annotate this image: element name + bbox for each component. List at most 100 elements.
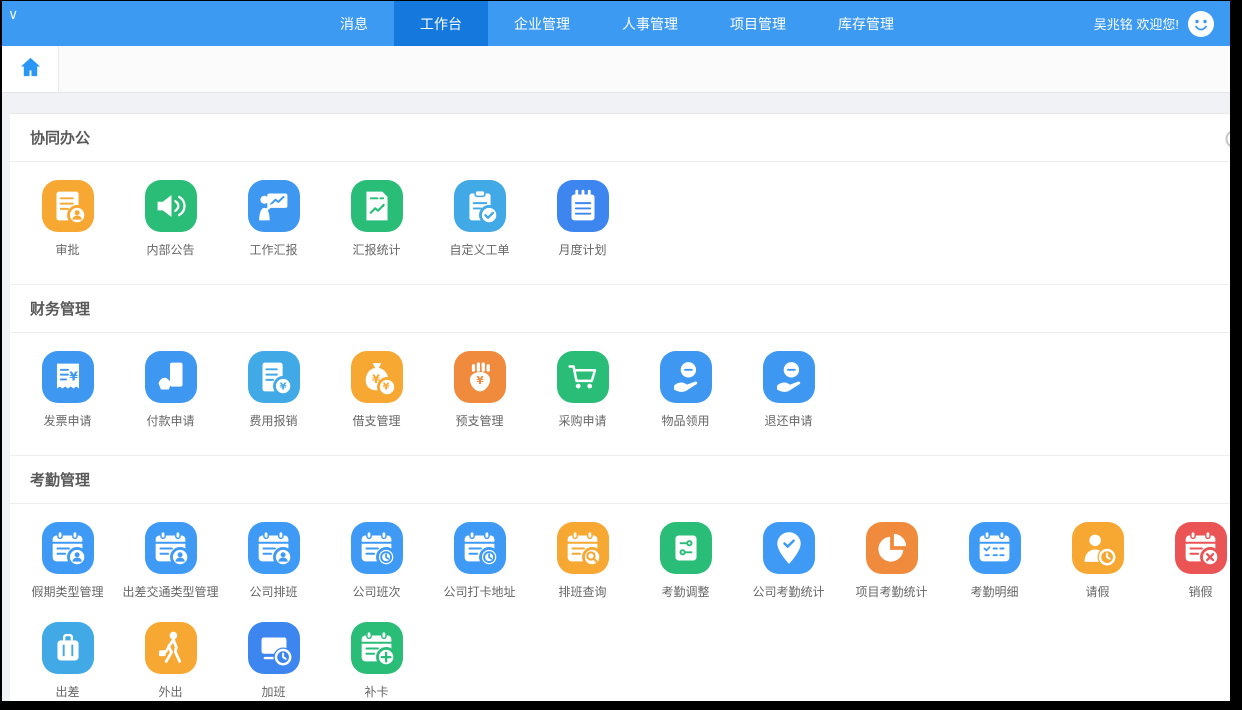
calendar-user-icon xyxy=(248,522,300,574)
section-title: 财务管理 xyxy=(30,298,90,319)
hand-money-icon: ¥ xyxy=(454,351,506,403)
app-label: 补卡 xyxy=(364,683,388,700)
user-area[interactable]: 吴兆铭 欢迎您! xyxy=(1094,1,1214,46)
app-section: 财务管理 ¥ 发票申请 付款申请 ¥ 费用报销 ¥¥ 借支管理 ¥ 预支管理 采… xyxy=(10,284,1230,455)
calendar-plus-icon xyxy=(351,622,403,674)
app-item[interactable]: 汇报统计 xyxy=(325,180,428,258)
app-label: 费用报销 xyxy=(249,412,297,429)
monitor-clock-icon xyxy=(248,622,300,674)
app-item[interactable]: 内部公告 xyxy=(119,180,222,258)
app-item[interactable]: 采购申请 xyxy=(531,351,634,429)
section-header: 考勤管理 xyxy=(10,456,1230,504)
walking-person-icon xyxy=(145,622,197,674)
app-label: 出差 xyxy=(55,683,79,700)
app-label: 公司班次 xyxy=(352,583,400,600)
app-item[interactable]: 公司打卡地址 xyxy=(428,522,531,600)
app-label: 考勤调整 xyxy=(661,583,709,600)
suitcase-icon xyxy=(42,622,94,674)
person-clock-icon xyxy=(1072,522,1124,574)
app-item[interactable]: 公司班次 xyxy=(325,522,428,600)
app-label: 月度计划 xyxy=(558,241,606,258)
top-navbar: ∨ 消息工作台企业管理人事管理项目管理库存管理 吴兆铭 欢迎您! xyxy=(2,1,1230,46)
app-item[interactable]: 自定义工单 xyxy=(428,180,531,258)
notepad-icon xyxy=(557,180,609,232)
megaphone-icon xyxy=(145,180,197,232)
app-window: ∨ 消息工作台企业管理人事管理项目管理库存管理 吴兆铭 欢迎您! 协同办公 审批… xyxy=(2,1,1230,701)
nav-tab-4[interactable]: 人事管理 xyxy=(596,1,704,46)
app-label: 借支管理 xyxy=(352,412,400,429)
app-grid: ¥ 发票申请 付款申请 ¥ 费用报销 ¥¥ 借支管理 ¥ 预支管理 采购申请 物… xyxy=(10,333,1230,455)
svg-text:¥: ¥ xyxy=(69,368,78,383)
app-label: 汇报统计 xyxy=(352,241,400,258)
invoice-yen-icon: ¥ xyxy=(42,351,94,403)
app-item[interactable]: ¥ 预支管理 xyxy=(428,351,531,429)
app-label: 审批 xyxy=(55,241,79,258)
app-label: 考勤明细 xyxy=(970,583,1018,600)
app-item[interactable]: 假期类型管理 xyxy=(16,522,119,600)
nav-tab-1[interactable]: 消息 xyxy=(314,1,394,46)
app-section: 考勤管理 假期类型管理 出差交通类型管理 公司排班 公司班次 公司打卡地址 排班… xyxy=(10,455,1230,701)
clipboard-check-icon xyxy=(454,180,506,232)
nav-tab-6[interactable]: 库存管理 xyxy=(812,1,920,46)
smiley-avatar[interactable] xyxy=(1188,11,1214,37)
section-title: 考勤管理 xyxy=(30,469,90,490)
app-item[interactable]: 出差交通类型管理 xyxy=(119,522,222,600)
calendar-clock-icon xyxy=(351,522,403,574)
app-item[interactable]: 请假 xyxy=(1046,522,1149,600)
svg-text:¥: ¥ xyxy=(476,375,484,387)
app-item[interactable]: 项目考勤统计 xyxy=(840,522,943,600)
nav-menu: 消息工作台企业管理人事管理项目管理库存管理 xyxy=(314,1,920,46)
hand-coin-icon xyxy=(763,351,815,403)
app-item[interactable]: 退还申请 xyxy=(737,351,840,429)
app-item[interactable]: 月度计划 xyxy=(531,180,634,258)
app-label: 发票申请 xyxy=(43,412,91,429)
app-item[interactable]: 出差 xyxy=(16,622,119,700)
app-item[interactable]: 公司考勤统计 xyxy=(737,522,840,600)
app-label: 内部公告 xyxy=(146,241,194,258)
sliders-icon xyxy=(660,522,712,574)
home-tab[interactable] xyxy=(2,46,59,92)
app-label: 工作汇报 xyxy=(249,241,297,258)
svg-text:¥: ¥ xyxy=(279,382,286,393)
clipped-edit-icon[interactable] xyxy=(1221,130,1230,153)
calendar-user-icon xyxy=(42,522,94,574)
nav-tab-5[interactable]: 项目管理 xyxy=(704,1,812,46)
hand-coin-icon xyxy=(660,351,712,403)
user-greeting: 吴兆铭 欢迎您! xyxy=(1094,14,1179,33)
app-item[interactable]: 销假 xyxy=(1149,522,1230,600)
app-item[interactable]: 公司排班 xyxy=(222,522,325,600)
nav-tab-3[interactable]: 企业管理 xyxy=(488,1,596,46)
app-item[interactable]: 考勤明细 xyxy=(943,522,1046,600)
tab-bar xyxy=(2,46,1230,93)
app-item[interactable]: 考勤调整 xyxy=(634,522,737,600)
calendar-clock-icon xyxy=(454,522,506,574)
app-item[interactable]: 审批 xyxy=(16,180,119,258)
app-label: 退还申请 xyxy=(764,412,812,429)
app-section: 协同办公 审批 内部公告 工作汇报 汇报统计 自定义工单 月度计划 xyxy=(10,114,1230,284)
app-item[interactable]: ¥ 发票申请 xyxy=(16,351,119,429)
chevron-down-icon[interactable]: ∨ xyxy=(8,6,18,23)
app-item[interactable]: 付款申请 xyxy=(119,351,222,429)
app-grid: 假期类型管理 出差交通类型管理 公司排班 公司班次 公司打卡地址 排班查询 考勤… xyxy=(10,504,1230,701)
app-item[interactable]: 排班查询 xyxy=(531,522,634,600)
app-item[interactable]: ¥ 费用报销 xyxy=(222,351,325,429)
app-item[interactable]: 工作汇报 xyxy=(222,180,325,258)
app-label: 外出 xyxy=(158,683,182,700)
app-item[interactable]: 补卡 xyxy=(325,622,428,700)
home-icon xyxy=(19,56,42,83)
moneybag-yen-icon: ¥¥ xyxy=(351,351,403,403)
app-grid: 审批 内部公告 工作汇报 汇报统计 自定义工单 月度计划 xyxy=(10,162,1230,284)
app-item[interactable]: 外出 xyxy=(119,622,222,700)
app-item[interactable]: 物品领用 xyxy=(634,351,737,429)
svg-text:¥: ¥ xyxy=(382,382,389,393)
section-header: 财务管理 xyxy=(10,285,1230,333)
cart-icon xyxy=(557,351,609,403)
app-item[interactable]: 加班 xyxy=(222,622,325,700)
app-label: 公司排班 xyxy=(249,583,297,600)
app-item[interactable]: ¥¥ 借支管理 xyxy=(325,351,428,429)
nav-tab-2[interactable]: 工作台 xyxy=(394,1,488,46)
pie-chart-icon xyxy=(866,522,918,574)
app-label: 预支管理 xyxy=(455,412,503,429)
app-label: 自定义工单 xyxy=(449,241,509,258)
section-header: 协同办公 xyxy=(10,114,1230,162)
